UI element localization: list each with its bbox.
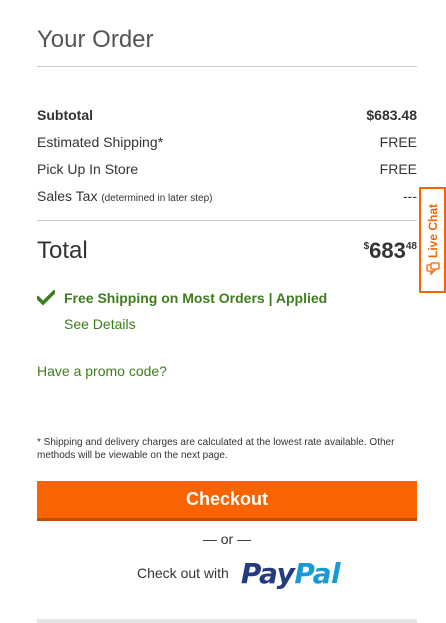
promo-applied-text: Free Shipping on Most Orders | Applied [64,290,328,306]
paypal-prefix: Check out with [137,565,229,581]
divider [37,220,417,221]
shipping-value: FREE [379,134,417,150]
divider [37,66,417,67]
promo-applied: Free Shipping on Most Orders | Applied [37,288,327,308]
pickup-label: Pick Up In Store [37,161,139,177]
total-label: Total [37,237,88,264]
tax-label: Sales Tax [37,188,98,204]
or-separator: — or — [202,531,252,547]
live-chat-button[interactable]: Live Chat [419,187,446,293]
shipping-row: Estimated Shipping* FREE [37,132,417,152]
live-chat-label: Live Chat [425,203,440,258]
paypal-checkout[interactable]: Check out with PayPal [137,556,341,590]
tax-label-group: Sales Tax (determined in later step) [37,188,213,204]
subtotal-value: $683.48 [366,107,417,123]
subtotal-label: Subtotal [37,107,93,123]
total-dollars: 683 [369,238,406,263]
checkmark-icon [37,290,55,306]
see-details-link[interactable]: See Details [64,316,136,332]
paypal-logo-pay: Pay [240,556,295,590]
chat-bubble-icon [425,262,440,276]
promo-code-link[interactable]: Have a promo code? [37,363,167,379]
bottom-divider [37,619,417,623]
page-title: Your Order [37,26,154,53]
pickup-row: Pick Up In Store FREE [37,159,417,179]
shipping-label: Estimated Shipping* [37,134,164,150]
subtotal-row: Subtotal $683.48 [37,105,417,125]
paypal-logo[interactable]: PayPal [240,556,341,590]
tax-note: (determined in later step) [101,193,213,204]
shipping-note: * Shipping and delivery charges are calc… [37,437,395,461]
total-price: $ 683 48 [364,239,417,263]
total-cents: 48 [405,241,417,252]
checkout-button[interactable]: Checkout [37,481,417,521]
pickup-value: FREE [379,161,417,177]
tax-row: Sales Tax (determined in later step) --- [37,186,417,206]
tax-value: --- [403,188,417,204]
paypal-logo-pal: Pal [294,556,341,590]
total-row: Total $ 683 48 [37,234,417,268]
